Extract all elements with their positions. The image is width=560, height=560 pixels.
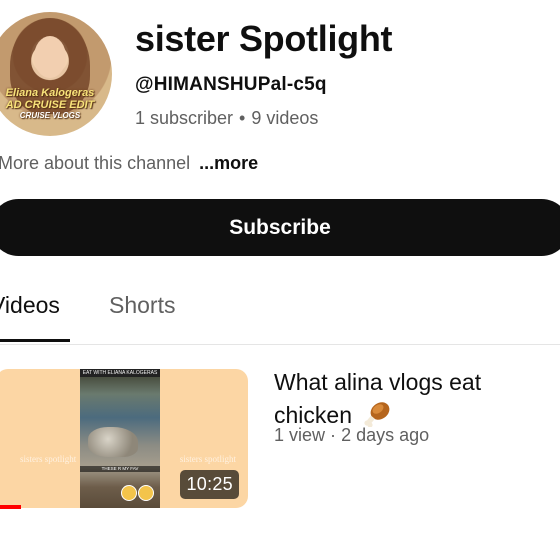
watch-progress-bar xyxy=(0,505,21,509)
thumbnail-emoji-icon xyxy=(138,485,154,501)
thumbnail-watermark-right: sisters spotlight xyxy=(179,454,236,464)
thumbnail-top-caption: EAT WITH ELIANA KALOGERAS xyxy=(80,369,160,377)
video-duration: 10:25 xyxy=(180,470,239,499)
subscribe-button[interactable]: Subscribe xyxy=(0,199,560,256)
avatar-caption-edit: AD CRUISE EDIT xyxy=(5,99,95,111)
more-link[interactable]: ...more xyxy=(199,153,258,173)
channel-avatar[interactable]: Eliana Kalogeras AD CRUISE EDIT CRUISE V… xyxy=(0,12,112,136)
video-thumbnail[interactable]: sisters spotlight sisters spotlight EAT … xyxy=(0,369,248,508)
channel-handle: @HIMANSHUPal-c5q xyxy=(135,74,327,95)
stats-separator: • xyxy=(239,108,246,128)
video-meta: 1 view · 2 days ago xyxy=(274,425,429,446)
active-tab-indicator xyxy=(0,339,70,342)
video-age: 2 days ago xyxy=(341,425,430,445)
channel-stats: 1 subscriber • 9 videos xyxy=(135,108,318,129)
channel-about[interactable]: More about this channel ...more xyxy=(0,153,258,174)
avatar-caption-vlogs: CRUISE VLOGS xyxy=(19,111,81,120)
meta-separator: · xyxy=(330,425,337,445)
thumbnail-rocks xyxy=(88,427,138,457)
tab-videos[interactable]: Videos xyxy=(0,292,60,319)
video-count: 9 videos xyxy=(251,108,319,128)
avatar-caption-name: Eliana Kalogeras xyxy=(5,87,95,99)
video-views: 1 view xyxy=(274,425,326,445)
channel-tabs: Videos Shorts xyxy=(0,288,560,345)
thumbnail-watermark-left: sisters spotlight xyxy=(20,454,77,464)
thumbnail-mid-caption: THESE R MY FAV xyxy=(80,466,160,472)
thumbnail-emoji-icon xyxy=(121,485,137,501)
tab-shorts[interactable]: Shorts xyxy=(109,292,175,319)
subscriber-count: 1 subscriber xyxy=(135,108,234,128)
avatar-face xyxy=(34,36,66,78)
about-text: More about this channel xyxy=(0,153,191,173)
channel-name: sister Spotlight xyxy=(135,18,393,59)
